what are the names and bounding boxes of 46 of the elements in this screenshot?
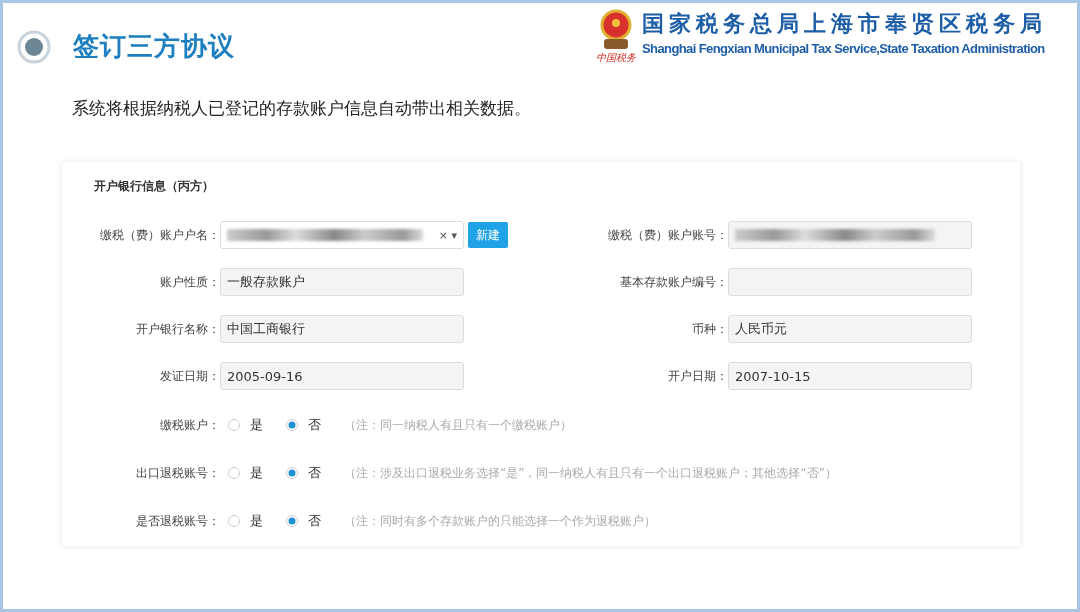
radio-label: 否 <box>308 416 321 434</box>
input-field[interactable]: 2007-10-15 <box>728 362 972 390</box>
account-name-select[interactable]: × ▾ <box>220 221 464 249</box>
field-label: 币种： <box>691 320 728 338</box>
field-value: 2007-10-15 <box>735 368 811 384</box>
field-label: 缴税（费）账户户名： <box>99 226 220 244</box>
input-field[interactable]: 2005-09-16 <box>220 362 464 390</box>
description-text: 系统将根据纳税人已登记的存款账户信息自动带出相关数据。 <box>72 97 532 120</box>
radio-button[interactable] <box>228 419 240 431</box>
logo-caption: 中国税务 <box>596 51 636 65</box>
radio-button[interactable] <box>286 515 298 527</box>
radio-label: 是 <box>250 416 263 434</box>
input-field[interactable] <box>728 221 972 249</box>
input-field[interactable]: 一般存款账户 <box>220 268 464 296</box>
field-label: 发证日期： <box>159 367 220 385</box>
field-label: 是否退税账号： <box>135 512 220 530</box>
note-text: （注：同时有多个存款账户的只能选择一个作为退税账户） <box>344 512 656 530</box>
input-field[interactable]: 人民币元 <box>728 315 972 343</box>
organization-name-english: Shanghai Fengxian Municipal Tax Service,State Taxation Administration <box>642 41 1046 56</box>
field-value: 中国工商银行 <box>227 320 305 338</box>
section-title: 开户银行信息（丙方） <box>94 178 215 195</box>
slide-title: 签订三方协议 <box>73 30 235 63</box>
field-label: 出口退税账号： <box>135 464 220 482</box>
radio-label: 是 <box>250 512 263 530</box>
input-field[interactable] <box>728 268 972 296</box>
note-text: （注：同一纳税人有且只有一个缴税账户） <box>344 416 572 434</box>
field-value: 人民币元 <box>735 320 787 338</box>
radio-label: 是 <box>250 464 263 482</box>
radio-button[interactable] <box>228 467 240 479</box>
field-label: 缴税（费）账户账号： <box>607 226 728 244</box>
radio-button[interactable] <box>286 467 298 479</box>
radio-button[interactable] <box>286 419 298 431</box>
field-value: 一般存款账户 <box>227 273 305 291</box>
organization-name: 国家税务总局上海市奉贤区税务局 <box>642 10 1047 38</box>
field-label: 开户银行名称： <box>135 320 220 338</box>
field-label: 缴税账户： <box>159 416 220 434</box>
radio-button[interactable] <box>228 515 240 527</box>
input-field[interactable]: 中国工商银行 <box>220 315 464 343</box>
field-value: 2005-09-16 <box>227 368 303 384</box>
radio-label: 否 <box>308 512 321 530</box>
field-label: 基本存款账户编号： <box>619 273 728 291</box>
radio-label: 否 <box>308 464 321 482</box>
field-label: 账户性质： <box>159 273 220 291</box>
field-label: 开户日期： <box>667 367 728 385</box>
bullet-icon <box>17 29 51 64</box>
note-text: （注：涉及出口退税业务选择“是”，同一纳税人有且只有一个出口退税账户；其他选择“否”） <box>344 464 837 482</box>
